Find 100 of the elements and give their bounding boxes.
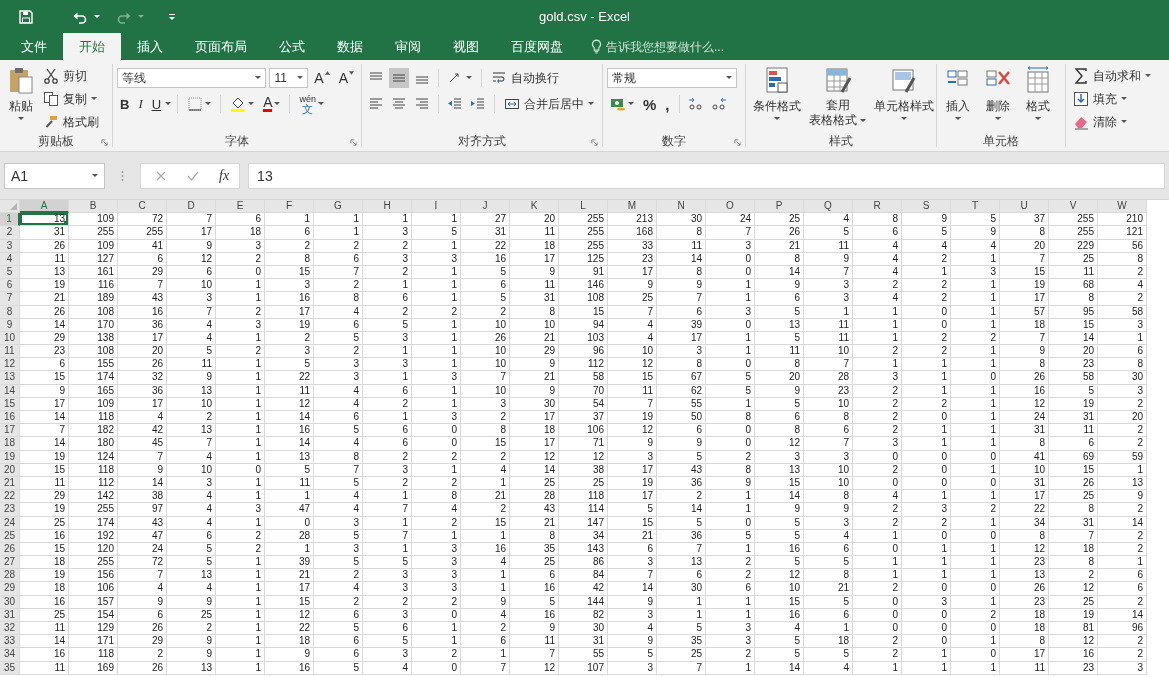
table-cell[interactable]: 1 <box>461 648 510 662</box>
table-cell[interactable]: 3 <box>706 239 755 253</box>
table-cell[interactable]: 2 <box>314 345 363 359</box>
table-cell[interactable]: 17 <box>20 397 69 411</box>
table-cell[interactable]: 4 <box>363 661 412 675</box>
table-cell[interactable]: 1 <box>902 437 951 451</box>
table-cell[interactable]: 9 <box>167 648 216 662</box>
table-cell[interactable]: 6 <box>167 265 216 280</box>
table-cell[interactable]: 9 <box>167 635 216 649</box>
table-cell[interactable]: 8 <box>510 305 559 319</box>
table-cell[interactable]: 174 <box>69 371 118 385</box>
table-cell[interactable]: 5 <box>706 371 755 385</box>
table-cell[interactable]: 1 <box>706 608 755 622</box>
table-cell[interactable]: 138 <box>69 331 118 346</box>
table-cell[interactable]: 2 <box>461 411 510 425</box>
table-cell[interactable]: 22 <box>461 239 510 253</box>
table-cell[interactable]: 25 <box>657 648 706 662</box>
table-cell[interactable]: 25 <box>755 213 804 227</box>
table-cell[interactable]: 29 <box>118 635 167 649</box>
table-cell[interactable]: 17 <box>1000 648 1049 662</box>
table-cell[interactable]: 1 <box>363 411 412 425</box>
table-cell[interactable]: 1 <box>265 213 314 227</box>
table-cell[interactable]: 1 <box>902 556 951 570</box>
table-cell[interactable]: 16 <box>1049 648 1098 662</box>
table-cell[interactable]: 7 <box>804 358 853 372</box>
table-cell[interactable]: 5 <box>804 648 853 662</box>
table-cell[interactable]: 2 <box>412 305 461 319</box>
table-cell[interactable]: 1 <box>853 358 902 372</box>
table-cell[interactable]: 14 <box>755 661 804 675</box>
underline-button[interactable]: U <box>148 94 165 114</box>
table-cell[interactable]: 0 <box>853 608 902 622</box>
table-cell[interactable]: 10 <box>804 463 853 477</box>
table-cell[interactable]: 1 <box>461 529 510 543</box>
fill-handle[interactable] <box>64 221 68 226</box>
table-cell[interactable]: 1 <box>657 595 706 609</box>
table-cell[interactable]: 5 <box>167 345 216 359</box>
ribbon-tab[interactable]: 视图 <box>437 33 495 60</box>
save-icon[interactable] <box>18 8 34 25</box>
table-cell[interactable]: 4 <box>608 318 657 332</box>
table-cell[interactable]: 8 <box>1049 292 1098 306</box>
table-cell[interactable]: 1 <box>853 318 902 332</box>
table-cell[interactable]: 1 <box>412 279 461 293</box>
table-cell[interactable]: 6 <box>461 279 510 293</box>
table-cell[interactable]: 18 <box>20 556 69 570</box>
table-cell[interactable]: 3 <box>363 582 412 596</box>
table-cell[interactable]: 14 <box>510 463 559 477</box>
table-cell[interactable]: 29 <box>20 490 69 504</box>
table-cell[interactable]: 255 <box>69 226 118 240</box>
tell-me-field[interactable]: 告诉我您想要做什么... <box>606 39 776 54</box>
table-cell[interactable]: 15 <box>755 595 804 609</box>
table-cell[interactable]: 1 <box>706 292 755 306</box>
table-cell[interactable]: 17 <box>657 331 706 346</box>
formula-input[interactable]: 13 <box>248 162 1165 189</box>
table-cell[interactable]: 23 <box>804 384 853 398</box>
table-cell[interactable]: 6 <box>853 226 902 240</box>
table-cell[interactable]: 11 <box>20 252 69 266</box>
table-cell[interactable]: 12 <box>265 608 314 622</box>
table-cell[interactable]: 3 <box>167 292 216 306</box>
table-cell[interactable]: 5 <box>657 450 706 464</box>
table-cell[interactable]: 0 <box>706 265 755 280</box>
table-cell[interactable]: 9 <box>510 358 559 372</box>
table-cell[interactable]: 23 <box>1049 661 1098 675</box>
table-cell[interactable]: 19 <box>1049 397 1098 411</box>
table-cell[interactable]: 1 <box>216 661 265 675</box>
ribbon-tab[interactable]: 页面布局 <box>179 33 263 60</box>
table-cell[interactable]: 1 <box>657 608 706 622</box>
table-cell[interactable]: 6 <box>608 542 657 557</box>
column-header[interactable]: S <box>902 200 951 214</box>
table-cell[interactable]: 31 <box>1049 411 1098 425</box>
table-cell[interactable]: 2 <box>412 516 461 530</box>
table-cell[interactable]: 127 <box>69 252 118 266</box>
table-cell[interactable]: 0 <box>853 476 902 491</box>
table-cell[interactable]: 1 <box>902 569 951 583</box>
table-cell[interactable]: 30 <box>510 397 559 411</box>
table-cell[interactable]: 21 <box>804 582 853 596</box>
table-cell[interactable]: 0 <box>412 661 461 675</box>
table-cell[interactable]: 4 <box>853 252 902 266</box>
table-cell[interactable]: 2 <box>314 595 363 609</box>
table-cell[interactable]: 19 <box>20 503 69 517</box>
table-cell[interactable]: 0 <box>951 371 1000 385</box>
table-cell[interactable]: 8 <box>314 292 363 306</box>
table-cell[interactable]: 15 <box>461 437 510 451</box>
table-cell[interactable]: 1 <box>314 213 363 227</box>
table-cell[interactable]: 2 <box>853 582 902 596</box>
table-cell[interactable]: 16 <box>20 648 69 662</box>
table-cell[interactable]: 3 <box>608 556 657 570</box>
table-cell[interactable]: 20 <box>1000 239 1049 253</box>
table-cell[interactable]: 11 <box>167 358 216 372</box>
table-cell[interactable]: 16 <box>20 595 69 609</box>
ribbon-tab[interactable]: 文件 <box>5 33 63 60</box>
table-cell[interactable]: 7 <box>1000 252 1049 266</box>
table-cell[interactable]: 7 <box>657 292 706 306</box>
table-cell[interactable]: 1 <box>706 503 755 517</box>
column-header[interactable]: J <box>461 200 510 214</box>
row-header[interactable]: 7 <box>0 292 20 306</box>
table-cell[interactable]: 4 <box>314 384 363 398</box>
table-cell[interactable]: 3 <box>706 622 755 636</box>
table-cell[interactable]: 96 <box>1098 622 1147 636</box>
table-cell[interactable]: 8 <box>461 424 510 438</box>
table-cell[interactable]: 7 <box>314 265 363 280</box>
